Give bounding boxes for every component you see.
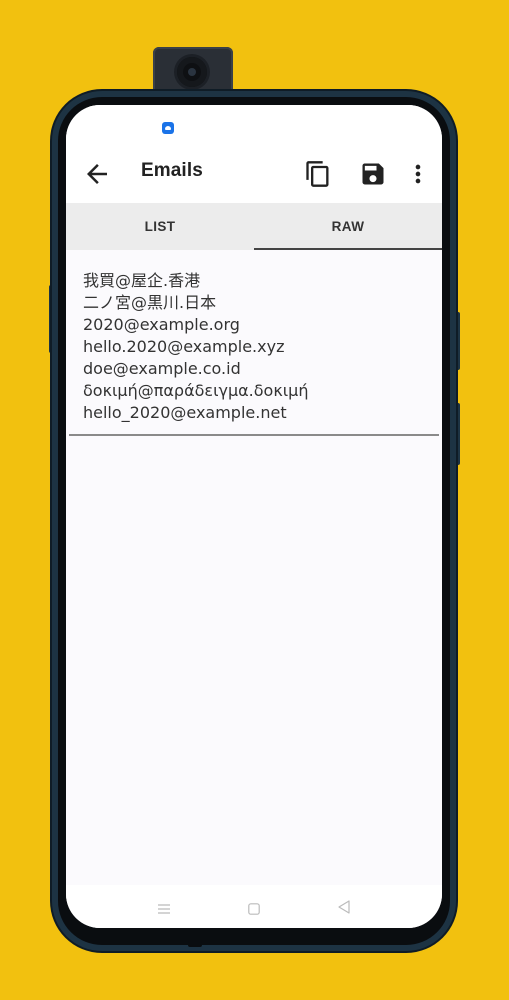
back-triangle-icon — [338, 900, 350, 914]
home-square-icon — [248, 903, 260, 915]
text-line: doe@example.co.id — [83, 359, 241, 378]
more-options-button[interactable] — [408, 160, 428, 188]
nav-menu-button[interactable] — [158, 900, 170, 914]
text-line: δοκιμή@παράδειγμα.δοκιμή — [83, 381, 309, 400]
nav-back-button[interactable] — [338, 899, 350, 914]
text-line: 二ノ宮@黒川.日本 — [83, 293, 217, 312]
camera-lens-icon — [177, 57, 207, 87]
text-field-underline — [69, 434, 439, 436]
app-bar: Emails — [66, 145, 442, 203]
text-line: hello.2020@example.xyz — [83, 337, 285, 356]
status-bar — [66, 105, 442, 145]
system-nav-bar — [66, 885, 442, 928]
tab-raw[interactable]: RAW — [254, 203, 442, 250]
cloud-notification-icon — [162, 122, 174, 134]
tab-bar: LIST RAW — [66, 203, 442, 250]
save-button[interactable] — [359, 160, 387, 188]
save-icon — [362, 163, 384, 185]
tab-indicator — [254, 248, 442, 250]
charging-port — [188, 941, 202, 947]
back-button[interactable] — [82, 159, 112, 189]
copy-button[interactable] — [304, 159, 332, 189]
text-line: 我買@屋企.香港 — [83, 271, 201, 290]
page-title: Emails — [141, 160, 203, 181]
arrow-back-icon — [87, 164, 107, 184]
app-screen: Emails LIST RAW 我買@屋企.香港 二ノ宮@黒川.日本 2020@… — [66, 105, 442, 928]
nav-home-button[interactable] — [248, 900, 260, 915]
text-line: hello_2020@example.net — [83, 403, 287, 422]
text-line: 2020@example.org — [83, 315, 240, 334]
copy-icon — [306, 161, 329, 187]
raw-email-text-field[interactable]: 我買@屋企.香港 二ノ宮@黒川.日本 2020@example.org hell… — [83, 270, 433, 424]
menu-icon — [158, 904, 170, 914]
device-stage: Emails LIST RAW 我買@屋企.香港 二ノ宮@黒川.日本 2020@… — [0, 0, 509, 1000]
more-vert-icon — [415, 164, 421, 184]
tab-list[interactable]: LIST — [66, 203, 254, 250]
